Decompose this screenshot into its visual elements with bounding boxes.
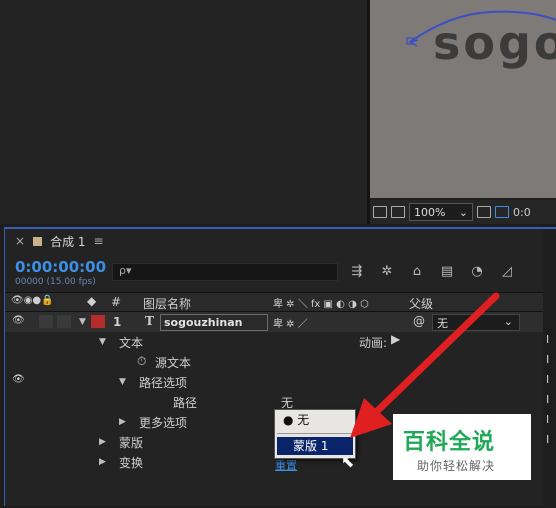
eye-icon[interactable]: 👁	[12, 315, 25, 326]
keyframe-ibeam-icon: I	[546, 433, 550, 446]
layer-label-color[interactable]	[91, 315, 105, 328]
masks-triangle-icon[interactable]: ▶	[99, 437, 106, 447]
comp-color-swatch	[33, 236, 43, 246]
resolution-readout: 0:0	[513, 205, 531, 219]
composition-mini-flowchart-icon[interactable]: ⇶	[349, 265, 365, 279]
close-icon[interactable]: ×	[15, 234, 25, 248]
layer-switches-icons[interactable]: 卑 ✲ ／	[273, 315, 308, 330]
watermark-logo: 百科全说 助你轻松解决	[393, 414, 531, 480]
layer-name-field[interactable]: sogouzhinan	[160, 314, 268, 331]
display-icon[interactable]	[391, 206, 405, 218]
mouse-cursor-icon: ⬉	[341, 452, 355, 471]
layer-number: 1	[113, 315, 122, 329]
keyframe-ibeam-icon: I	[546, 393, 550, 406]
watermark-title: 百科全说	[403, 430, 496, 455]
path-options-triangle-icon[interactable]: ▼	[119, 377, 126, 387]
path-label: 路径	[173, 396, 198, 410]
text-layer-type-icon: T	[145, 314, 154, 328]
draft-3d-icon[interactable]: ✲	[379, 265, 395, 279]
viewer-canvas[interactable]: sogo	[370, 0, 556, 198]
transform-triangle-icon[interactable]: ▶	[99, 457, 106, 467]
keyframe-ibeam-icon: I	[546, 333, 550, 346]
lock-toggle[interactable]	[57, 315, 71, 328]
masks-label: 蒙版	[119, 436, 144, 450]
layer-number-header: #	[111, 295, 122, 309]
viewer-toolbar: 100% ⌄ 0:0	[370, 200, 556, 224]
eye-icon[interactable]: 👁	[12, 374, 25, 385]
audio-toggle[interactable]	[39, 315, 53, 328]
region-of-interest-icon[interactable]	[477, 206, 491, 218]
path-options-label: 路径选项	[139, 376, 188, 390]
motion-blur-icon[interactable]: ◔	[469, 265, 485, 279]
timeline-switches-toolbar: ⇶ ✲ ⌂ ▤ ◔ ◿	[349, 261, 539, 283]
current-time-display[interactable]: 0:00:00:00	[15, 258, 106, 276]
layer-name-header[interactable]: 图层名称	[143, 295, 191, 312]
stopwatch-icon[interactable]: ⏱	[137, 354, 146, 369]
transparency-grid-icon[interactable]	[495, 206, 509, 218]
keyframe-ibeam-icon: I	[546, 353, 550, 366]
graph-editor-icon[interactable]: ◿	[499, 265, 515, 279]
watermark-subtitle: 助你轻松解决	[417, 459, 496, 473]
timeline-tab-row: × 合成 1 ≡	[5, 229, 545, 253]
av-features-header-icon: 👁◉●🔒	[11, 295, 54, 306]
layer-search-input[interactable]: ρ▾	[112, 263, 338, 281]
frame-blending-icon[interactable]: ▤	[439, 265, 455, 279]
composition-viewer: sogo 100% ⌄ 0:0	[370, 0, 556, 224]
zoom-value: 100%	[414, 205, 446, 219]
more-options-triangle-icon[interactable]: ▶	[119, 417, 126, 427]
more-options-label: 更多选项	[139, 416, 188, 430]
expand-triangle-icon[interactable]: ▼	[79, 317, 86, 327]
zoom-select[interactable]: 100% ⌄	[409, 203, 473, 221]
shy-layers-icon[interactable]: ⌂	[409, 265, 425, 279]
comp-tab-label[interactable]: 合成 1	[50, 233, 85, 250]
chevron-down-icon: ⌄	[458, 205, 468, 219]
text-group-label: 文本	[119, 336, 144, 350]
reset-link[interactable]: 重置	[275, 457, 297, 473]
transform-label: 变换	[119, 456, 144, 470]
label-header-icon: ◆	[87, 294, 97, 308]
snapshot-icon[interactable]	[373, 206, 387, 218]
text-expand-triangle-icon[interactable]: ▼	[99, 337, 106, 347]
source-text-label: 源文本	[155, 356, 192, 370]
preview-text: sogo	[433, 16, 556, 70]
project-panel	[0, 0, 367, 224]
keyframe-ibeam-icon: I	[546, 373, 550, 386]
tab-menu-icon[interactable]: ≡	[94, 234, 104, 248]
keyframe-ibeam-icon: I	[546, 413, 550, 426]
timeline-ruler-strip[interactable]	[543, 229, 556, 508]
menu-item-none-label: 无	[297, 413, 310, 427]
frame-rate-readout: 00000 (15.00 fps)	[15, 277, 96, 287]
